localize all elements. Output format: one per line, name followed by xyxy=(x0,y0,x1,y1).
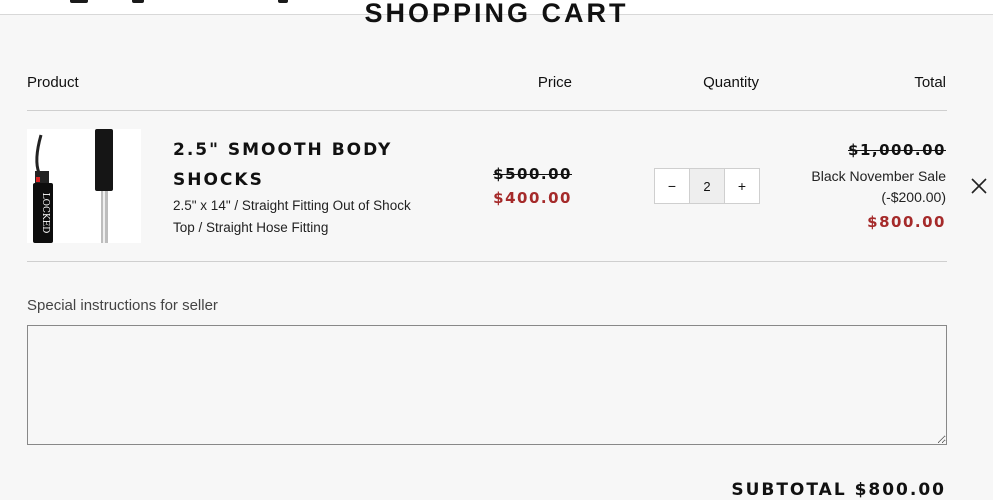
item-divider xyxy=(27,261,947,262)
quantity-stepper: − 2 + xyxy=(654,168,760,204)
column-header-product: Product xyxy=(27,74,79,91)
column-header-total: Total xyxy=(914,74,946,91)
shock-absorber-image[interactable]: LOCKED xyxy=(27,129,141,243)
final-line-total: $800.00 xyxy=(867,213,946,231)
special-instructions-textarea[interactable] xyxy=(27,325,947,445)
sale-price: $400.00 xyxy=(493,189,572,207)
discount-amount: (-$200.00) xyxy=(881,189,946,205)
close-icon xyxy=(971,178,987,194)
discount-info: Black November Sale (-$200.00) xyxy=(766,166,946,208)
quantity-decrease-button[interactable]: − xyxy=(655,169,689,203)
header-divider xyxy=(27,110,947,111)
shock-body xyxy=(95,129,113,191)
svg-text:LOCKED: LOCKED xyxy=(40,193,50,234)
column-header-quantity: Quantity xyxy=(703,74,759,91)
original-line-total: $1,000.00 xyxy=(848,141,946,159)
original-price: $500.00 xyxy=(493,165,572,183)
page-title: SHOPPING CART xyxy=(364,0,629,28)
cart-subtotal: SUBTOTAL $800.00 xyxy=(731,480,946,500)
product-title[interactable]: 2.5" SMOOTH BODY SHOCKS xyxy=(173,135,433,195)
quantity-increase-button[interactable]: + xyxy=(725,169,759,203)
quantity-input[interactable]: 2 xyxy=(689,169,725,203)
product-thumbnail: LOCKED xyxy=(33,129,113,243)
remove-item-button[interactable] xyxy=(969,176,989,196)
column-header-price: Price xyxy=(537,74,572,91)
product-variant: 2.5" x 14" / Straight Fitting Out of Sho… xyxy=(173,198,411,235)
discount-name: Black November Sale xyxy=(811,168,946,184)
notes-label: Special instructions for seller xyxy=(27,297,218,314)
